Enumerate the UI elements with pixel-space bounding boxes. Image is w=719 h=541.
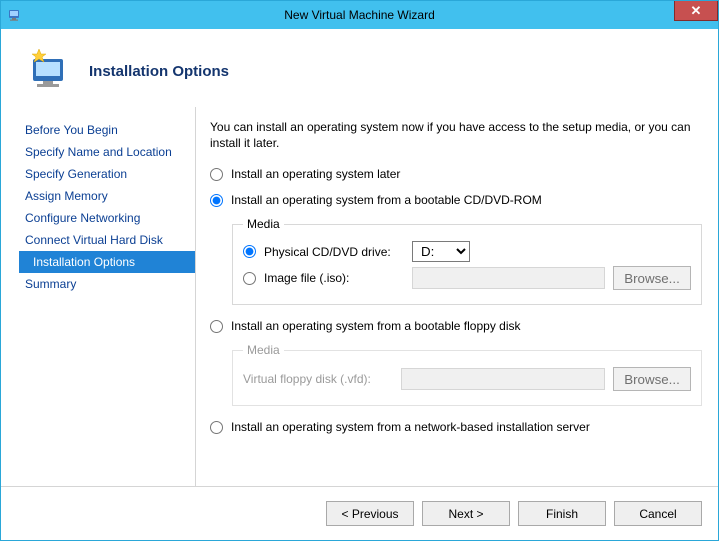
titlebar: New Virtual Machine Wizard ✕	[1, 1, 718, 29]
radio-image-file[interactable]	[243, 272, 256, 285]
close-button[interactable]: ✕	[674, 1, 718, 21]
cd-media-legend: Media	[243, 217, 284, 231]
option-install-floppy-label: Install an operating system from a boota…	[231, 319, 521, 333]
wizard-icon	[25, 47, 73, 95]
option-install-later-label: Install an operating system later	[231, 167, 400, 181]
option-install-network-label: Install an operating system from a netwo…	[231, 420, 590, 434]
radio-install-floppy[interactable]	[210, 320, 223, 333]
step-assign-memory[interactable]: Assign Memory	[19, 185, 195, 207]
option-install-floppy[interactable]: Install an operating system from a boota…	[210, 319, 702, 333]
option-install-cd-label: Install an operating system from a boota…	[231, 193, 542, 207]
finish-button[interactable]: Finish	[518, 501, 606, 526]
step-before-you-begin[interactable]: Before You Begin	[19, 119, 195, 141]
close-icon: ✕	[691, 3, 702, 19]
step-installation-options[interactable]: Installation Options	[19, 251, 195, 273]
floppy-media-group: Media Virtual floppy disk (.vfd): Browse…	[232, 343, 702, 406]
step-connect-vhd[interactable]: Connect Virtual Hard Disk	[19, 229, 195, 251]
cd-media-group: Media Physical CD/DVD drive: D: Image fi…	[232, 217, 702, 305]
option-install-later[interactable]: Install an operating system later	[210, 167, 702, 181]
image-file-label: Image file (.iso):	[264, 271, 404, 285]
cancel-button[interactable]: Cancel	[614, 501, 702, 526]
vfd-browse-button[interactable]: Browse...	[613, 367, 691, 391]
footer: < Previous Next > Finish Cancel	[1, 486, 718, 540]
vfd-path	[401, 368, 605, 390]
radio-install-cd[interactable]	[210, 194, 223, 207]
sidebar: Before You Begin Specify Name and Locati…	[19, 107, 195, 486]
option-install-cd[interactable]: Install an operating system from a boota…	[210, 193, 702, 207]
image-file-path[interactable]	[412, 267, 605, 289]
image-browse-button[interactable]: Browse...	[613, 266, 691, 290]
step-summary[interactable]: Summary	[19, 273, 195, 295]
step-configure-networking[interactable]: Configure Networking	[19, 207, 195, 229]
radio-install-network[interactable]	[210, 421, 223, 434]
radio-physical-drive[interactable]	[243, 245, 256, 258]
physical-drive-label: Physical CD/DVD drive:	[264, 245, 404, 259]
content-panel: You can install an operating system now …	[195, 107, 712, 486]
next-button[interactable]: Next >	[422, 501, 510, 526]
wizard-header: Installation Options	[1, 29, 718, 107]
previous-button[interactable]: < Previous	[326, 501, 414, 526]
step-specify-generation[interactable]: Specify Generation	[19, 163, 195, 185]
intro-text: You can install an operating system now …	[210, 119, 702, 151]
step-specify-name-location[interactable]: Specify Name and Location	[19, 141, 195, 163]
wizard-body: Before You Begin Specify Name and Locati…	[1, 107, 718, 486]
floppy-media-legend: Media	[243, 343, 284, 357]
radio-install-later[interactable]	[210, 168, 223, 181]
wizard-window: New Virtual Machine Wizard ✕ Installatio…	[0, 0, 719, 541]
page-title: Installation Options	[89, 63, 229, 80]
window-title: New Virtual Machine Wizard	[1, 8, 718, 22]
physical-drive-select[interactable]: D:	[412, 241, 470, 262]
option-install-network[interactable]: Install an operating system from a netwo…	[210, 420, 702, 434]
vfd-label: Virtual floppy disk (.vfd):	[243, 372, 393, 386]
app-icon	[7, 7, 23, 23]
